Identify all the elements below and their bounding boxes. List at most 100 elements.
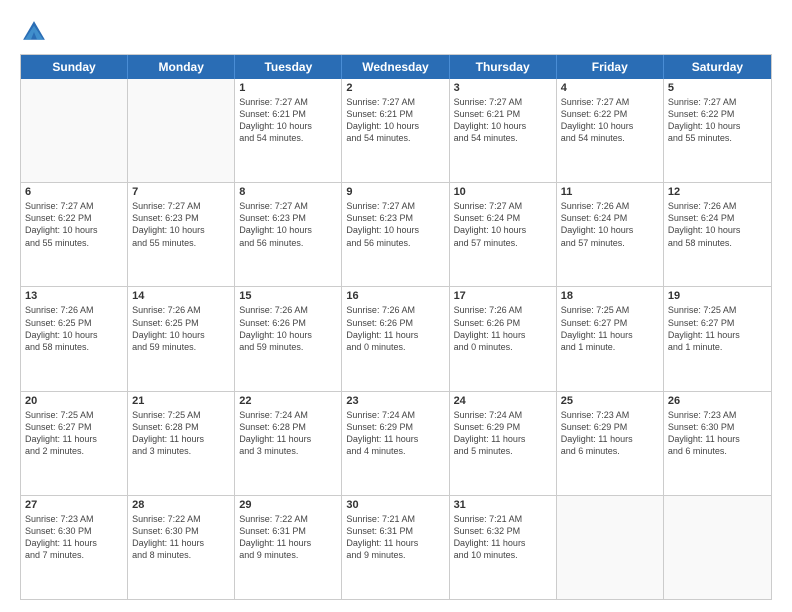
day-info: Sunrise: 7:24 AM Sunset: 6:29 PM Dayligh… [454,409,552,458]
calendar-cell: 3 Sunrise: 7:27 AM Sunset: 6:21 PM Daylig… [450,79,557,182]
day-info: Sunrise: 7:27 AM Sunset: 6:24 PM Dayligh… [454,200,552,249]
calendar-cell: 23 Sunrise: 7:24 AM Sunset: 6:29 PM Dayli… [342,392,449,495]
calendar-cell: 21Sunrise: 7:25 AM Sunset: 6:28 PM Dayli… [128,392,235,495]
calendar-cell: 15 Sunrise: 7:26 AM Sunset: 6:26 PM Dayli… [235,287,342,390]
day-info: Sunrise: 7:27 AM Sunset: 6:21 PM Dayligh… [239,96,337,145]
day-info: Sunrise: 7:27 AM Sunset: 6:22 PM Dayligh… [25,200,123,249]
day-number: 24 [454,395,552,407]
calendar-cell: 30 Sunrise: 7:21 AM Sunset: 6:31 PM Dayli… [342,496,449,599]
calendar-cell: 26 Sunrise: 7:23 AM Sunset: 6:30 PM Dayli… [664,392,771,495]
day-info: Sunrise: 7:24 AM Sunset: 6:29 PM Dayligh… [346,409,444,458]
calendar-week-5: 27 Sunrise: 7:23 AM Sunset: 6:30 PM Dayli… [21,495,771,599]
day-number: 29 [239,499,337,511]
header-day-tuesday: Tuesday [235,55,342,79]
day-number: 18 [561,290,659,302]
logo-icon [20,18,48,46]
header-day-thursday: Thursday [450,55,557,79]
day-number: 2 [346,82,444,94]
day-number: 28 [132,499,230,511]
calendar-week-2: 6 Sunrise: 7:27 AM Sunset: 6:22 PM Daylig… [21,182,771,286]
day-number: 14 [132,290,230,302]
day-number: 19 [668,290,767,302]
calendar-cell: 18 Sunrise: 7:25 AM Sunset: 6:27 PM Dayli… [557,287,664,390]
day-info: Sunrise: 7:27 AM Sunset: 6:22 PM Dayligh… [561,96,659,145]
day-info: Sunrise: 7:25 AM Sunset: 6:27 PM Dayligh… [668,304,767,353]
day-number: 27 [25,499,123,511]
day-number: 3 [454,82,552,94]
calendar-cell: 25 Sunrise: 7:23 AM Sunset: 6:29 PM Dayli… [557,392,664,495]
day-number: 30 [346,499,444,511]
calendar-cell: 28 Sunrise: 7:22 AM Sunset: 6:30 PM Dayli… [128,496,235,599]
calendar-cell: 14 Sunrise: 7:26 AM Sunset: 6:25 PM Dayli… [128,287,235,390]
calendar-cell: 22 Sunrise: 7:24 AM Sunset: 6:28 PM Dayli… [235,392,342,495]
day-number: 17 [454,290,552,302]
calendar-body: 1 Sunrise: 7:27 AM Sunset: 6:21 PM Daylig… [21,79,771,599]
logo [20,18,52,46]
header-day-sunday: Sunday [21,55,128,79]
day-number: 23 [346,395,444,407]
day-info: Sunrise: 7:26 AM Sunset: 6:25 PM Dayligh… [25,304,123,353]
day-info: Sunrise: 7:22 AM Sunset: 6:31 PM Dayligh… [239,513,337,562]
day-info: Sunrise: 7:26 AM Sunset: 6:25 PM Dayligh… [132,304,230,353]
header-day-saturday: Saturday [664,55,771,79]
day-info: Sunrise: 7:23 AM Sunset: 6:30 PM Dayligh… [25,513,123,562]
day-info: Sunrise: 7:27 AM Sunset: 6:21 PM Dayligh… [346,96,444,145]
day-info: Sunrise: 7:25 AM Sunset: 6:27 PM Dayligh… [25,409,123,458]
calendar-week-3: 13 Sunrise: 7:26 AM Sunset: 6:25 PM Dayli… [21,286,771,390]
day-number: 11 [561,186,659,198]
day-number: 9 [346,186,444,198]
calendar-cell: 12Sunrise: 7:26 AM Sunset: 6:24 PM Dayli… [664,183,771,286]
day-info: Sunrise: 7:26 AM Sunset: 6:26 PM Dayligh… [454,304,552,353]
day-number: 13 [25,290,123,302]
calendar-cell: 8Sunrise: 7:27 AM Sunset: 6:23 PM Daylig… [235,183,342,286]
calendar-cell: 11 Sunrise: 7:26 AM Sunset: 6:24 PM Dayli… [557,183,664,286]
day-info: Sunrise: 7:24 AM Sunset: 6:28 PM Dayligh… [239,409,337,458]
calendar-cell: 13 Sunrise: 7:26 AM Sunset: 6:25 PM Dayli… [21,287,128,390]
day-info: Sunrise: 7:26 AM Sunset: 6:26 PM Dayligh… [239,304,337,353]
day-info: Sunrise: 7:21 AM Sunset: 6:31 PM Dayligh… [346,513,444,562]
calendar-cell [128,79,235,182]
day-number: 10 [454,186,552,198]
calendar-cell [21,79,128,182]
day-info: Sunrise: 7:21 AM Sunset: 6:32 PM Dayligh… [454,513,552,562]
day-number: 6 [25,186,123,198]
day-number: 8 [239,186,337,198]
calendar-cell: 4Sunrise: 7:27 AM Sunset: 6:22 PM Daylig… [557,79,664,182]
day-number: 22 [239,395,337,407]
day-info: Sunrise: 7:26 AM Sunset: 6:24 PM Dayligh… [561,200,659,249]
calendar-cell [557,496,664,599]
calendar-cell: 24 Sunrise: 7:24 AM Sunset: 6:29 PM Dayli… [450,392,557,495]
calendar-cell [664,496,771,599]
day-number: 26 [668,395,767,407]
day-number: 15 [239,290,337,302]
day-number: 21 [132,395,230,407]
day-info: Sunrise: 7:25 AM Sunset: 6:27 PM Dayligh… [561,304,659,353]
calendar-cell: 7Sunrise: 7:27 AM Sunset: 6:23 PM Daylig… [128,183,235,286]
calendar-cell: 6 Sunrise: 7:27 AM Sunset: 6:22 PM Daylig… [21,183,128,286]
header-day-monday: Monday [128,55,235,79]
calendar-header: SundayMondayTuesdayWednesdayThursdayFrid… [21,55,771,79]
day-info: Sunrise: 7:26 AM Sunset: 6:26 PM Dayligh… [346,304,444,353]
page: SundayMondayTuesdayWednesdayThursdayFrid… [0,0,792,612]
header-day-friday: Friday [557,55,664,79]
calendar-cell: 5Sunrise: 7:27 AM Sunset: 6:22 PM Daylig… [664,79,771,182]
day-info: Sunrise: 7:23 AM Sunset: 6:30 PM Dayligh… [668,409,767,458]
day-info: Sunrise: 7:27 AM Sunset: 6:23 PM Dayligh… [132,200,230,249]
calendar-cell: 27 Sunrise: 7:23 AM Sunset: 6:30 PM Dayli… [21,496,128,599]
day-number: 16 [346,290,444,302]
header-day-wednesday: Wednesday [342,55,449,79]
calendar-cell: 1 Sunrise: 7:27 AM Sunset: 6:21 PM Daylig… [235,79,342,182]
day-number: 31 [454,499,552,511]
calendar: SundayMondayTuesdayWednesdayThursdayFrid… [20,54,772,600]
day-info: Sunrise: 7:27 AM Sunset: 6:21 PM Dayligh… [454,96,552,145]
day-info: Sunrise: 7:22 AM Sunset: 6:30 PM Dayligh… [132,513,230,562]
calendar-cell: 29 Sunrise: 7:22 AM Sunset: 6:31 PM Dayli… [235,496,342,599]
calendar-cell: 16 Sunrise: 7:26 AM Sunset: 6:26 PM Dayli… [342,287,449,390]
calendar-cell: 10 Sunrise: 7:27 AM Sunset: 6:24 PM Dayli… [450,183,557,286]
day-number: 1 [239,82,337,94]
day-number: 25 [561,395,659,407]
calendar-cell: 17 Sunrise: 7:26 AM Sunset: 6:26 PM Dayli… [450,287,557,390]
day-info: Sunrise: 7:23 AM Sunset: 6:29 PM Dayligh… [561,409,659,458]
day-number: 5 [668,82,767,94]
calendar-cell: 2 Sunrise: 7:27 AM Sunset: 6:21 PM Daylig… [342,79,449,182]
